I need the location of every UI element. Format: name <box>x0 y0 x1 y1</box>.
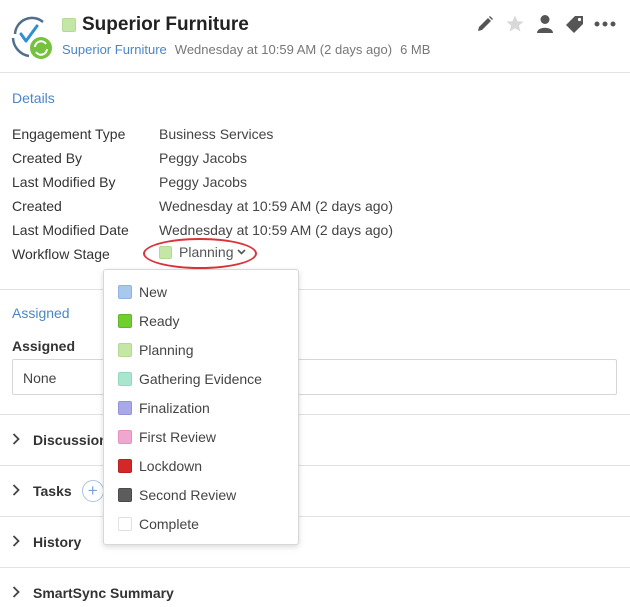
more-icon[interactable] <box>590 13 620 35</box>
workflow-stage-label: Workflow Stage <box>12 246 110 262</box>
stage-color-swatch <box>118 459 132 473</box>
stage-color-swatch <box>118 401 132 415</box>
pencil-icon[interactable] <box>470 13 500 35</box>
page-title: Superior Furniture <box>82 14 249 35</box>
stage-color-swatch <box>118 430 132 444</box>
title-row: Superior Furniture <box>62 14 249 36</box>
section-label: SmartSync Summary <box>33 585 174 601</box>
assigned-label: Assigned <box>12 338 76 354</box>
detail-value: Wednesday at 10:59 AM (2 days ago) <box>159 222 393 238</box>
stage-option-label: Lockdown <box>139 458 203 474</box>
stage-color-swatch <box>118 343 132 357</box>
stage-option-first-review[interactable]: First Review <box>118 429 216 445</box>
details-heading: Details <box>12 90 55 106</box>
header: Superior Furniture Superior Furniture We… <box>0 0 630 73</box>
section-smartsync-summary[interactable]: SmartSync Summary <box>12 585 174 601</box>
chevron-down-icon <box>236 246 246 258</box>
divider <box>0 567 630 568</box>
chevron-right-icon <box>12 534 24 550</box>
star-icon[interactable] <box>500 13 530 35</box>
detail-label: Created <box>12 198 62 214</box>
detail-value: Wednesday at 10:59 AM (2 days ago) <box>159 198 393 214</box>
stage-option-complete[interactable]: Complete <box>118 516 199 532</box>
stage-color-swatch <box>118 517 132 531</box>
stage-option-finalization[interactable]: Finalization <box>118 400 210 416</box>
stage-color-swatch <box>118 285 132 299</box>
detail-label: Last Modified By <box>12 174 116 190</box>
modified-time: Wednesday at 10:59 AM (2 days ago) <box>174 42 393 57</box>
tag-icon[interactable] <box>560 13 590 35</box>
stage-option-label: Complete <box>139 516 199 532</box>
stage-color-swatch <box>118 314 132 328</box>
status-color-badge <box>62 18 76 32</box>
detail-value: Peggy Jacobs <box>159 174 247 190</box>
divider <box>0 289 630 290</box>
divider <box>0 516 630 517</box>
divider <box>0 414 630 415</box>
workflow-stage-row: Workflow Stage <box>12 246 159 262</box>
detail-value: Business Services <box>159 126 274 142</box>
chevron-right-icon <box>12 585 24 601</box>
stage-option-second-review[interactable]: Second Review <box>118 487 236 503</box>
stage-option-label: Ready <box>139 313 180 329</box>
app-logo-icon <box>9 12 55 60</box>
stage-color-swatch <box>118 488 132 502</box>
stage-option-label: Planning <box>139 342 194 358</box>
stage-color-swatch <box>118 372 132 386</box>
client-link[interactable]: Superior Furniture <box>62 42 167 57</box>
stage-option-planning[interactable]: Planning <box>118 342 194 358</box>
detail-label: Engagement Type <box>12 126 126 142</box>
section-discussions[interactable]: Discussions <box>12 432 115 448</box>
section-tasks[interactable]: Tasks + <box>12 480 104 502</box>
stage-option-label: New <box>139 284 168 300</box>
detail-value: Peggy Jacobs <box>159 150 247 166</box>
user-icon[interactable] <box>530 13 560 35</box>
stage-option-gathering-evidence[interactable]: Gathering Evidence <box>118 371 262 387</box>
detail-row: Created Wednesday at 10:59 AM (2 days ag… <box>12 198 393 214</box>
detail-row: Last Modified By Peggy Jacobs <box>12 174 247 190</box>
chevron-right-icon <box>12 483 24 499</box>
workflow-stage-select[interactable]: Planning <box>159 244 246 260</box>
section-label: History <box>33 534 82 550</box>
stage-option-label: Gathering Evidence <box>139 371 262 387</box>
detail-row: Engagement Type Business Services <box>12 126 273 142</box>
stage-option-new[interactable]: New <box>118 284 167 300</box>
file-size: 6 MB <box>400 42 431 57</box>
detail-row: Last Modified Date Wednesday at 10:59 AM… <box>12 222 393 238</box>
stage-option-ready[interactable]: Ready <box>118 313 179 329</box>
workflow-stage-value: Planning <box>179 244 234 260</box>
divider <box>0 465 630 466</box>
stage-option-label: Finalization <box>139 400 210 416</box>
workflow-stage-dropdown: New Ready Planning Gathering Evidence Fi… <box>103 269 299 545</box>
meta-row: Superior Furniture Wednesday at 10:59 AM… <box>62 42 430 57</box>
workflow-stage-color <box>159 245 172 259</box>
section-history[interactable]: History <box>12 534 81 550</box>
chevron-right-icon <box>12 432 24 448</box>
header-actions <box>470 13 620 35</box>
stage-option-label: First Review <box>139 429 217 445</box>
detail-label: Created By <box>12 150 83 166</box>
section-label: Tasks <box>33 483 72 499</box>
add-task-button[interactable]: + <box>81 480 104 502</box>
stage-option-lockdown[interactable]: Lockdown <box>118 458 202 474</box>
detail-row: Created By Peggy Jacobs <box>12 150 247 166</box>
detail-label: Last Modified Date <box>12 222 129 238</box>
assigned-heading: Assigned <box>12 305 70 321</box>
stage-option-label: Second Review <box>139 487 237 503</box>
